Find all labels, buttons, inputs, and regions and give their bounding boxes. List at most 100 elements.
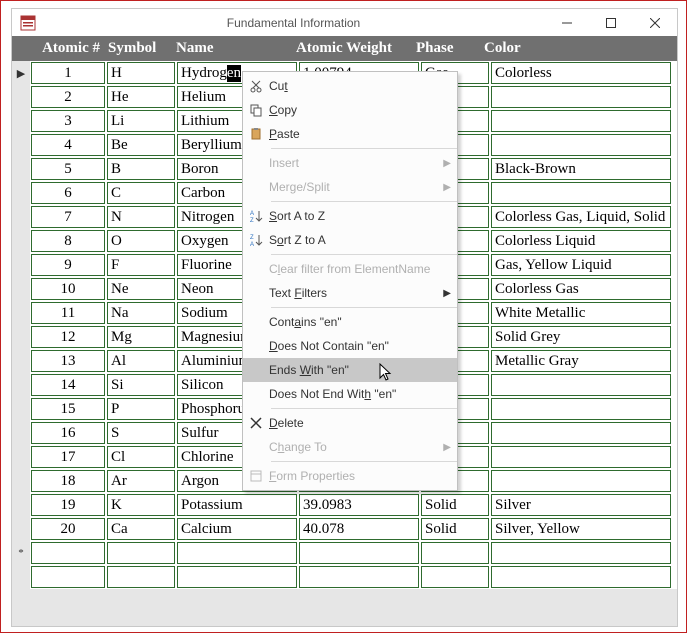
menu-not-contain[interactable]: Does Not Contain "en" bbox=[243, 334, 457, 358]
header-row[interactable]: Atomic # Symbol Name Atomic Weight Phase… bbox=[12, 36, 677, 61]
cell-atomic-num[interactable]: 10 bbox=[31, 278, 105, 300]
cell-empty[interactable] bbox=[299, 542, 419, 564]
menu-not-end-with[interactable]: Does Not End With "en" bbox=[243, 382, 457, 406]
cell-symbol[interactable]: P bbox=[107, 398, 175, 420]
cell-color[interactable]: Silver, Yellow bbox=[491, 518, 671, 540]
cell-atomic-num[interactable]: 11 bbox=[31, 302, 105, 324]
header-color[interactable]: Color bbox=[480, 40, 660, 57]
cell-atomic-num[interactable]: 8 bbox=[31, 230, 105, 252]
cell-atomic-num[interactable]: 2 bbox=[31, 86, 105, 108]
menu-text-filters[interactable]: Text Filters ▶ bbox=[243, 281, 457, 305]
row-selector[interactable] bbox=[12, 445, 30, 469]
cell-atomic-num[interactable]: 12 bbox=[31, 326, 105, 348]
cell-atomic-num[interactable]: 13 bbox=[31, 350, 105, 372]
cell-symbol[interactable]: Cl bbox=[107, 446, 175, 468]
header-atomic-num[interactable]: Atomic # bbox=[30, 40, 104, 57]
cell-symbol[interactable]: Mg bbox=[107, 326, 175, 348]
cell-symbol[interactable]: Ca bbox=[107, 518, 175, 540]
cell-color[interactable]: Silver bbox=[491, 494, 671, 516]
header-phase[interactable]: Phase bbox=[412, 40, 480, 57]
cell-atomic-num[interactable]: 4 bbox=[31, 134, 105, 156]
close-button[interactable] bbox=[633, 9, 677, 36]
cell-color[interactable]: Solid Grey bbox=[491, 326, 671, 348]
row-selector[interactable] bbox=[12, 133, 30, 157]
cell-phase[interactable]: Solid bbox=[421, 518, 489, 540]
row-selector[interactable] bbox=[12, 277, 30, 301]
menu-paste[interactable]: Paste bbox=[243, 122, 457, 146]
minimize-button[interactable] bbox=[545, 9, 589, 36]
row-selector[interactable] bbox=[12, 517, 30, 541]
cell-symbol[interactable]: C bbox=[107, 182, 175, 204]
cell-atomic-num[interactable]: 3 bbox=[31, 110, 105, 132]
menu-ends-with[interactable]: Ends With "en" bbox=[243, 358, 457, 382]
cell-atomic-num[interactable]: 20 bbox=[31, 518, 105, 540]
cell-empty[interactable] bbox=[107, 542, 175, 564]
cell-color[interactable]: Metallic Gray bbox=[491, 350, 671, 372]
cell-atomic-num[interactable]: 9 bbox=[31, 254, 105, 276]
titlebar[interactable]: Fundamental Information bbox=[12, 9, 677, 36]
cell-name[interactable]: Potassium bbox=[177, 494, 297, 516]
cell-weight[interactable]: 40.078 bbox=[299, 518, 419, 540]
cell-symbol[interactable]: Li bbox=[107, 110, 175, 132]
cell-empty[interactable] bbox=[421, 542, 489, 564]
menu-delete[interactable]: Delete bbox=[243, 411, 457, 435]
row-selector[interactable] bbox=[12, 349, 30, 373]
row-selector[interactable] bbox=[12, 205, 30, 229]
row-selector[interactable] bbox=[12, 109, 30, 133]
cell-atomic-num[interactable]: 19 bbox=[31, 494, 105, 516]
new-row[interactable]: * bbox=[12, 541, 677, 565]
cell-symbol[interactable]: He bbox=[107, 86, 175, 108]
cell-symbol[interactable]: Si bbox=[107, 374, 175, 396]
cell-name[interactable]: Calcium bbox=[177, 518, 297, 540]
cell-atomic-num[interactable]: 18 bbox=[31, 470, 105, 492]
cell-color[interactable]: Colorless Gas, Liquid, Solid bbox=[491, 206, 671, 228]
cell-color[interactable] bbox=[491, 182, 671, 204]
row-selector[interactable] bbox=[12, 85, 30, 109]
cell-color[interactable] bbox=[491, 86, 671, 108]
cell-symbol[interactable]: Ar bbox=[107, 470, 175, 492]
row-selector[interactable]: ▶ bbox=[12, 61, 30, 85]
row-selector[interactable] bbox=[12, 229, 30, 253]
header-name[interactable]: Name bbox=[172, 40, 292, 57]
row-selector[interactable] bbox=[12, 157, 30, 181]
cell-atomic-num[interactable]: 14 bbox=[31, 374, 105, 396]
cell-color[interactable]: Colorless Liquid bbox=[491, 230, 671, 252]
cell-atomic-num[interactable]: 17 bbox=[31, 446, 105, 468]
header-weight[interactable]: Atomic Weight bbox=[292, 40, 412, 57]
row-selector[interactable] bbox=[12, 397, 30, 421]
table-row[interactable]: 20CaCalcium40.078SolidSilver, Yellow bbox=[12, 517, 677, 541]
cell-symbol[interactable]: B bbox=[107, 158, 175, 180]
cell-symbol[interactable]: S bbox=[107, 422, 175, 444]
row-selector[interactable] bbox=[12, 469, 30, 493]
cell-color[interactable] bbox=[491, 398, 671, 420]
row-selector[interactable] bbox=[12, 301, 30, 325]
maximize-button[interactable] bbox=[589, 9, 633, 36]
row-selector[interactable] bbox=[12, 421, 30, 445]
menu-contains[interactable]: Contains "en" bbox=[243, 310, 457, 334]
cell-color[interactable]: Gas, Yellow Liquid bbox=[491, 254, 671, 276]
cell-atomic-num[interactable]: 16 bbox=[31, 422, 105, 444]
row-selector[interactable] bbox=[12, 373, 30, 397]
header-symbol[interactable]: Symbol bbox=[104, 40, 172, 57]
cell-symbol[interactable]: F bbox=[107, 254, 175, 276]
cell-color[interactable] bbox=[491, 446, 671, 468]
row-selector[interactable] bbox=[12, 325, 30, 349]
cell-weight[interactable]: 39.0983 bbox=[299, 494, 419, 516]
cell-symbol[interactable]: N bbox=[107, 206, 175, 228]
cell-color[interactable] bbox=[491, 134, 671, 156]
cell-empty[interactable] bbox=[31, 542, 105, 564]
context-menu[interactable]: Cut Copy Paste Insert ▶ bbox=[242, 71, 458, 491]
row-selector[interactable]: * bbox=[12, 541, 30, 565]
cell-symbol[interactable]: Be bbox=[107, 134, 175, 156]
cell-color[interactable] bbox=[491, 110, 671, 132]
table-row[interactable]: 19KPotassium39.0983SolidSilver bbox=[12, 493, 677, 517]
cell-symbol[interactable]: K bbox=[107, 494, 175, 516]
cell-symbol[interactable]: Al bbox=[107, 350, 175, 372]
row-selector[interactable] bbox=[12, 493, 30, 517]
cell-atomic-num[interactable]: 5 bbox=[31, 158, 105, 180]
menu-sort-az[interactable]: AZ Sort A to Z bbox=[243, 204, 457, 228]
cell-color[interactable] bbox=[491, 422, 671, 444]
row-selector[interactable] bbox=[12, 253, 30, 277]
menu-sort-za[interactable]: ZA Sort Z to A bbox=[243, 228, 457, 252]
cell-color[interactable]: Colorless Gas bbox=[491, 278, 671, 300]
